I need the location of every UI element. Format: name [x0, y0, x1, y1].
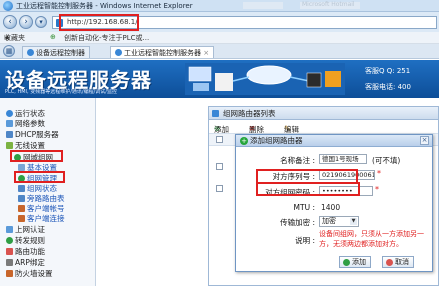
sidebar-item-dhcp[interactable]: DHCP服务器	[6, 129, 59, 140]
arp-icon	[6, 259, 13, 266]
route-icon	[18, 195, 25, 202]
panel-title: 组网路由器列表	[223, 109, 276, 118]
panel-header: 组网路由器列表	[209, 107, 438, 120]
highlight-box-networking	[10, 150, 63, 162]
tab-site-icon	[27, 49, 34, 56]
routing-icon	[6, 248, 13, 255]
user-icon	[18, 205, 25, 212]
add-icon: +	[240, 137, 248, 145]
quick-tabs-icon[interactable]: ▦	[3, 45, 15, 57]
forward-rule-icon	[6, 237, 13, 244]
explain-text: 设备间组网，只须从一方添加另一方，无须两边都添加对方。	[319, 230, 424, 248]
close-icon[interactable]: ×	[420, 136, 429, 145]
check-icon	[343, 259, 350, 266]
mtu-label: MTU :	[293, 203, 315, 212]
network-icon	[6, 120, 13, 127]
mtu-value: 1400	[321, 203, 341, 212]
row-checkbox[interactable]	[216, 185, 223, 192]
tab-bar: ▦ 设备远程控制器 工业远程智能控制服务器 ×	[0, 44, 439, 59]
dialog-title: 添加组网路由器	[250, 136, 303, 145]
cancel-button[interactable]: 取消	[382, 256, 414, 268]
tab-site-icon	[115, 49, 122, 56]
cancel-icon	[386, 259, 393, 266]
window-title: 工业远程智能控制服务器 - Windows Internet Explorer	[16, 2, 193, 10]
required-mark: *	[377, 169, 381, 178]
settings-icon	[18, 164, 25, 171]
add-favorite-icon[interactable]: ⊕	[50, 33, 56, 41]
auth-icon	[6, 226, 13, 233]
wireless-icon	[6, 142, 13, 149]
network-diagram-image	[185, 63, 345, 95]
back-icon[interactable]: ‹	[3, 15, 17, 29]
list-icon	[212, 110, 219, 117]
status-icon	[6, 110, 13, 117]
select-all-checkbox[interactable]	[216, 136, 223, 143]
name-note: (可不填)	[372, 156, 401, 165]
blurred-region	[243, 2, 283, 9]
forward-icon[interactable]: ›	[19, 15, 33, 29]
dropdown-icon[interactable]: ▾	[35, 16, 47, 28]
dialog-header: + 添加组网路由器 ×	[236, 135, 432, 147]
favorite-link-1[interactable]: 创新自动化-专注于PLC或...	[64, 33, 149, 43]
encrypt-select[interactable]: 加密 ▼	[319, 216, 359, 227]
blurred-text: Microsoft Hotmail	[302, 1, 355, 8]
confirm-add-button[interactable]: 添加	[339, 256, 371, 268]
sidebar-item-arp[interactable]: ARP绑定	[6, 257, 45, 268]
product-subtitle: PLC, HMI, 变频器等远程维护/通讯/编程/调试/监控	[5, 89, 117, 95]
add-router-dialog: + 添加组网路由器 × 名称备注 : 德国1号现场 (可不填) 对方序列号 : …	[235, 134, 433, 272]
chevron-down-icon: ▼	[350, 218, 357, 225]
sidebar-item-auth[interactable]: 上网认证	[6, 224, 45, 235]
tab-device-controller[interactable]: 设备远程控制器	[22, 46, 90, 58]
encrypt-label: 传输加密 :	[280, 218, 315, 227]
firewall-icon	[6, 270, 13, 277]
window-titlebar: 工业远程智能控制服务器 - Windows Internet Explorer …	[0, 0, 439, 12]
support-phone: 客服电话: 400	[365, 83, 411, 91]
favorites-button[interactable]: ★ 收藏夹	[4, 33, 25, 43]
name-label: 名称备注 :	[280, 156, 315, 165]
sidebar-item-forwarding[interactable]: 转发规则	[6, 235, 45, 246]
support-qq: 客服Q Q: 251	[365, 67, 411, 75]
blurred-region: Microsoft Hotmail	[300, 1, 360, 9]
sidebar-item-routing[interactable]: 路由功能	[6, 246, 45, 257]
sidebar-item-firewall[interactable]: 防火墙设置	[6, 268, 53, 279]
sidebar-item-network[interactable]: 网络参数	[6, 118, 45, 129]
header-banner: 设备远程服务器 PLC, HMI, 变频器等远程维护/通讯/编程/调试/监控 客…	[0, 60, 439, 98]
status-icon	[18, 185, 25, 192]
favorites-bar: ★ 收藏夹 ⊕ 创新自动化-专注于PLC或...	[0, 32, 439, 44]
highlight-box-management	[14, 171, 65, 183]
row-checkbox[interactable]	[216, 163, 223, 170]
ie-icon	[3, 1, 13, 11]
tab-close-icon[interactable]: ×	[203, 49, 209, 57]
explain-label: 说明 :	[295, 236, 315, 245]
highlight-box-url	[59, 14, 139, 31]
server-icon	[6, 131, 13, 138]
connection-icon	[18, 215, 25, 222]
sidebar-item-client-connections[interactable]: 客户端连接	[18, 213, 65, 224]
tab-industrial-server[interactable]: 工业远程智能控制服务器 ×	[110, 46, 215, 58]
name-input[interactable]: 德国1号现场	[319, 154, 367, 164]
highlight-box-password	[256, 182, 360, 196]
required-mark: *	[375, 185, 379, 194]
star-icon: ★	[4, 34, 11, 42]
panel-toolbar: ⊕ 添加 ✖ 删除 ✎ 编辑	[209, 120, 438, 134]
